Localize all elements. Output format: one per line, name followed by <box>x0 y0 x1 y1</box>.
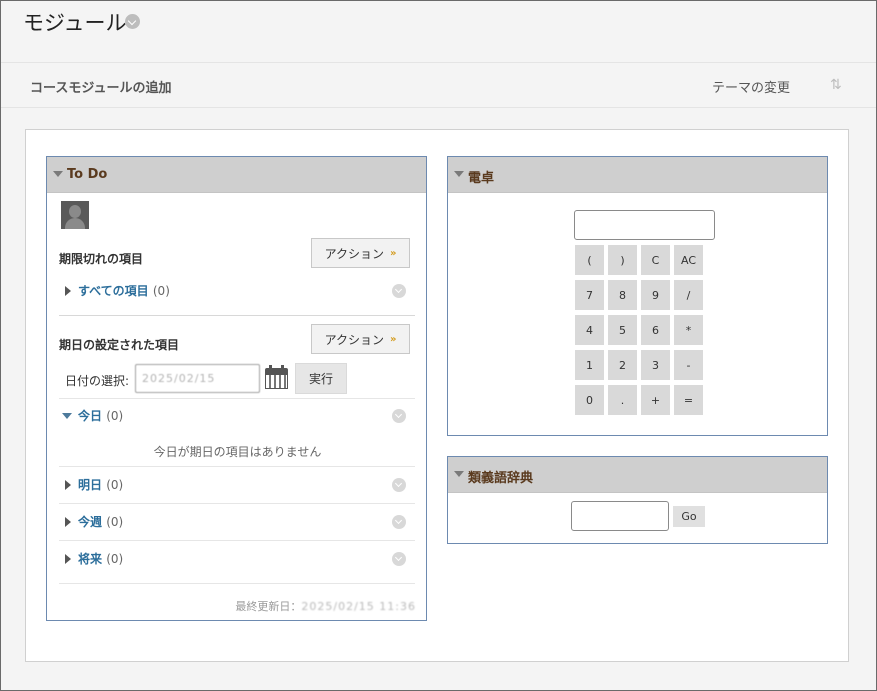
title-menu-chevron-icon[interactable] <box>125 14 140 29</box>
section-divider <box>59 315 415 316</box>
module-toolbar: コースモジュールの追加 テーマの変更 ⇅ <box>1 62 876 108</box>
calculator-module-title: 電卓 <box>468 171 495 186</box>
user-avatar <box>61 201 89 229</box>
date-go-button[interactable]: 実行 <box>295 363 347 394</box>
thesaurus-module: 類義語辞典 Go <box>447 456 828 544</box>
today-row: 今日 (0) <box>59 401 414 431</box>
calculator-key[interactable]: ) <box>608 245 637 275</box>
tomorrow-row: 明日 (0) <box>59 470 414 500</box>
action-button-label: アクション <box>324 332 384 347</box>
calculator-key[interactable]: 8 <box>608 280 637 310</box>
row-options-chevron-icon[interactable] <box>392 284 406 298</box>
change-theme-link[interactable]: テーマの変更 <box>712 77 790 96</box>
date-input[interactable]: 2025/02/15 <box>135 364 260 393</box>
calculator-key[interactable]: 7 <box>575 280 604 310</box>
thesaurus-go-button[interactable]: Go <box>673 506 705 527</box>
empty-today-message: 今日が期日の項目はありません <box>153 445 322 459</box>
thesaurus-module-header: 類義語辞典 <box>448 457 827 493</box>
row-divider <box>59 398 415 399</box>
double-chevron-down-icon: » <box>389 247 397 259</box>
expand-arrow-icon[interactable] <box>65 554 71 564</box>
reorder-sort-icon[interactable]: ⇅ <box>830 77 842 93</box>
overdue-action-button[interactable]: アクション » <box>311 238 410 268</box>
tomorrow-link[interactable]: 明日 (0) <box>78 476 123 493</box>
calculator-key[interactable]: AC <box>674 245 703 275</box>
calculator-key[interactable]: 5 <box>608 315 637 345</box>
action-button-label: アクション <box>324 246 384 261</box>
add-course-module-link[interactable]: コースモジュールの追加 <box>30 77 171 96</box>
calculator-key[interactable]: / <box>674 280 703 310</box>
calculator-key[interactable]: 2 <box>608 350 637 380</box>
calculator-keypad: () C AC 7 8 9/ 4 5 6 * 1 2 3- 0. + = <box>575 245 703 415</box>
calculator-key[interactable]: 0 <box>575 385 604 415</box>
last-updated: 最終更新日：2025/02/15 11:36 <box>235 598 416 614</box>
calculator-module: 電卓 () C AC 7 8 9/ 4 5 6 * 1 2 3- 0. + = <box>447 156 828 436</box>
calculator-key[interactable]: 9 <box>641 280 670 310</box>
collapse-toggle-icon[interactable] <box>53 171 63 177</box>
future-row: 将来 (0) <box>59 544 414 574</box>
last-updated-label: 最終更新日： <box>235 600 302 613</box>
calculator-display[interactable] <box>574 210 715 240</box>
row-options-chevron-icon[interactable] <box>392 478 406 492</box>
this-week-link[interactable]: 今週 (0) <box>78 513 123 530</box>
row-options-chevron-icon[interactable] <box>392 515 406 529</box>
calculator-key[interactable]: - <box>674 350 703 380</box>
all-items-row: すべての項目 (0) <box>59 276 414 306</box>
calculator-key[interactable]: ( <box>575 245 604 275</box>
calculator-key[interactable]: * <box>674 315 703 345</box>
collapse-arrow-icon[interactable] <box>62 413 72 419</box>
calculator-key[interactable]: = <box>674 385 703 415</box>
collapse-toggle-icon[interactable] <box>454 471 464 477</box>
page-title: モジュール <box>23 11 127 35</box>
this-week-row: 今週 (0) <box>59 507 414 537</box>
last-updated-value: 2025/02/15 11:36 <box>301 600 416 613</box>
expand-arrow-icon[interactable] <box>65 517 71 527</box>
expand-arrow-icon[interactable] <box>65 286 71 296</box>
overdue-section-label: 期限切れの項目 <box>59 252 144 266</box>
row-options-chevron-icon[interactable] <box>392 409 406 423</box>
collapse-toggle-icon[interactable] <box>454 171 464 177</box>
thesaurus-module-title: 類義語辞典 <box>468 471 534 486</box>
date-select-label: 日付の選択: <box>65 374 130 388</box>
all-items-link[interactable]: すべての項目 (0) <box>78 282 170 299</box>
todo-module: To Do 期限切れの項目 アクション » すべての項目 (0) 期日の設定され… <box>46 156 427 621</box>
calculator-key[interactable]: C <box>641 245 670 275</box>
calculator-key[interactable]: 6 <box>641 315 670 345</box>
double-chevron-down-icon: » <box>389 333 397 345</box>
today-link[interactable]: 今日 (0) <box>78 407 123 424</box>
calculator-key[interactable]: 1 <box>575 350 604 380</box>
calculator-key[interactable]: 3 <box>641 350 670 380</box>
row-options-chevron-icon[interactable] <box>392 552 406 566</box>
thesaurus-search-input[interactable] <box>571 501 669 531</box>
page-header: モジュール <box>1 1 876 61</box>
future-link[interactable]: 将来 (0) <box>78 550 123 567</box>
row-divider <box>59 503 415 504</box>
calculator-key[interactable]: . <box>608 385 637 415</box>
row-divider <box>59 540 415 541</box>
due-action-button[interactable]: アクション » <box>311 324 410 354</box>
todo-module-title: To Do <box>67 167 108 182</box>
todo-module-header: To Do <box>47 157 426 193</box>
calendar-icon[interactable] <box>264 365 289 390</box>
expand-arrow-icon[interactable] <box>65 480 71 490</box>
calculator-key[interactable]: + <box>641 385 670 415</box>
due-section-label: 期日の設定された項目 <box>59 338 180 352</box>
calculator-key[interactable]: 4 <box>575 315 604 345</box>
row-divider <box>59 583 415 584</box>
row-divider <box>59 466 415 467</box>
calculator-module-header: 電卓 <box>448 157 827 193</box>
